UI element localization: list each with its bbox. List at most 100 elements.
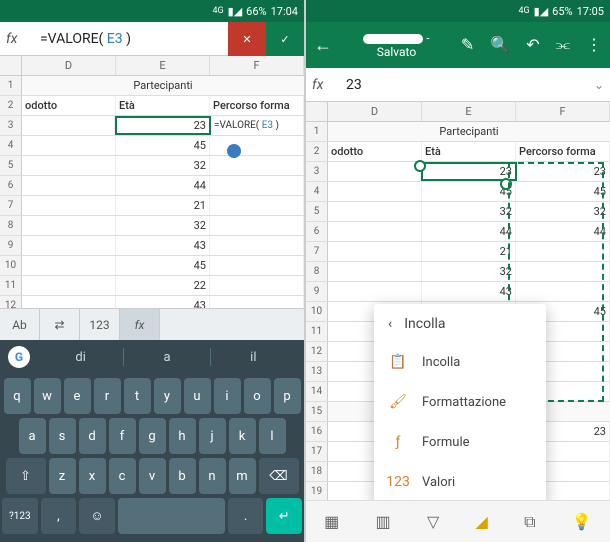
search-icon[interactable]: 🔍 — [490, 35, 510, 55]
selection-handle-tl[interactable] — [414, 160, 426, 172]
col-e[interactable]: E — [422, 102, 516, 121]
tab-num[interactable]: 123 — [80, 309, 120, 340]
key-y[interactable]: y — [154, 378, 181, 414]
battery-pct: 65% — [552, 5, 572, 18]
key-a[interactable]: a — [19, 418, 46, 454]
tab-text[interactable]: Ab — [0, 309, 40, 340]
suggestion-3[interactable]: il — [211, 350, 296, 365]
key-backspace[interactable]: ⌫ — [259, 458, 299, 494]
suggestion-1[interactable]: di — [38, 350, 123, 365]
table-row[interactable]: 1045 — [0, 256, 304, 276]
col-d[interactable]: D — [22, 56, 116, 75]
keyboard[interactable]: qwertyuiop asdfghjkl ⇧zxcvbnm⌫ ?123,☺ .↵ — [0, 374, 304, 542]
table-row[interactable]: 644 — [0, 176, 304, 196]
chevron-down-icon[interactable]: ⌄ — [594, 78, 604, 92]
camera-icon[interactable]: ⧉ — [524, 512, 535, 532]
cancel-button[interactable]: ✕ — [228, 22, 266, 56]
col-d[interactable]: D — [328, 102, 422, 121]
key-w[interactable]: w — [34, 378, 61, 414]
key-x[interactable]: x — [79, 458, 106, 494]
key-l[interactable]: l — [259, 418, 286, 454]
key-shift[interactable]: ⇧ — [6, 458, 46, 494]
table-row[interactable]: 44545 — [306, 182, 610, 202]
paste-item-valori[interactable]: 123Valori — [374, 462, 546, 500]
table-row[interactable]: 832 — [306, 262, 610, 282]
key-emoji[interactable]: ☺ — [79, 498, 115, 534]
suggestion-2[interactable]: a — [124, 350, 209, 365]
formula-value[interactable]: 23 — [342, 75, 588, 95]
table-row[interactable]: 1243 — [0, 296, 304, 308]
key-v[interactable]: v — [139, 458, 166, 494]
paste-item-formattazione[interactable]: 🖌Formattazione — [374, 382, 546, 422]
paste-item-incolla[interactable]: 📋Incolla — [374, 342, 546, 382]
key-m[interactable]: m — [229, 458, 256, 494]
key-o[interactable]: o — [244, 378, 271, 414]
formula-bar[interactable]: fx 23 ⌄ — [306, 68, 610, 102]
key-g[interactable]: g — [139, 418, 166, 454]
selection-handle-br[interactable] — [500, 178, 512, 190]
table-row[interactable]: 64444 — [306, 222, 610, 242]
table-row[interactable]: 32323 — [306, 162, 610, 182]
google-icon[interactable]: G — [8, 346, 30, 368]
signal-icon: ▮◢ — [534, 5, 549, 18]
signal-icon: ▮◢ — [228, 5, 243, 18]
key-q[interactable]: q — [4, 378, 31, 414]
spreadsheet-grid[interactable]: 1Partecipanti 2 odotto Età Percorso form… — [0, 76, 304, 308]
status-bar: 4G ▮◢ 65% 17:05 — [306, 0, 610, 22]
key-n[interactable]: n — [199, 458, 226, 494]
bulb-icon[interactable]: 💡 — [572, 512, 592, 531]
key-h[interactable]: h — [169, 418, 196, 454]
more-icon[interactable]: ⋮ — [586, 35, 602, 55]
col-f[interactable]: F — [516, 102, 610, 121]
undo-icon[interactable]: ↶ — [526, 35, 539, 55]
key-t[interactable]: t — [124, 378, 151, 414]
spreadsheet-grid[interactable]: 1Partecipanti 2 odotto Età Percorso form… — [306, 122, 610, 500]
card-icon[interactable]: ▥ — [376, 512, 391, 531]
tab-fx[interactable]: fx — [120, 309, 160, 340]
key-symbols[interactable]: ?123 — [2, 498, 38, 534]
key-u[interactable]: u — [184, 378, 211, 414]
col-f[interactable]: F — [210, 56, 304, 75]
key-space[interactable] — [118, 498, 225, 534]
tab-arrows[interactable]: ⇄ — [40, 309, 80, 340]
back-icon[interactable]: ← — [314, 35, 332, 56]
sheet-icon[interactable]: ▦ — [324, 512, 339, 531]
key-j[interactable]: j — [199, 418, 226, 454]
key-enter[interactable]: ↵ — [266, 498, 302, 534]
selection-handle[interactable] — [227, 144, 241, 158]
pen-icon[interactable]: ✎ — [461, 35, 474, 55]
suggestion-bar: G di a il — [0, 340, 304, 374]
key-z[interactable]: z — [49, 458, 76, 494]
highlight-icon[interactable]: ◢ — [476, 512, 488, 531]
table-row[interactable]: 721 — [306, 242, 610, 262]
table-row[interactable]: 943 — [306, 282, 610, 302]
key-e[interactable]: e — [64, 378, 91, 414]
key-b[interactable]: b — [169, 458, 196, 494]
key-p[interactable]: p — [274, 378, 301, 414]
key-comma[interactable]: , — [41, 498, 77, 534]
key-i[interactable]: i — [214, 378, 241, 414]
key-c[interactable]: c — [109, 458, 136, 494]
table-row[interactable]: 323=VALORE( E3 ) — [0, 116, 304, 136]
table-row[interactable]: 1122 — [0, 276, 304, 296]
filter-icon[interactable]: ▽ — [427, 512, 439, 531]
table-row[interactable]: 832 — [0, 216, 304, 236]
key-r[interactable]: r — [94, 378, 121, 414]
key-k[interactable]: k — [229, 418, 256, 454]
key-s[interactable]: s — [49, 418, 76, 454]
table-row[interactable]: 445 — [0, 136, 304, 156]
table-row[interactable]: 532 — [0, 156, 304, 176]
back-icon[interactable]: ‹ — [388, 316, 392, 332]
key-d[interactable]: d — [79, 418, 106, 454]
share-icon[interactable]: ⫘ — [556, 35, 570, 55]
paste-item-formule[interactable]: ƒFormule — [374, 422, 546, 462]
col-e[interactable]: E — [116, 56, 210, 75]
battery-pct: 66% — [246, 5, 266, 18]
confirm-button[interactable]: ✓ — [266, 22, 304, 56]
table-row[interactable]: 721 — [0, 196, 304, 216]
key-dot[interactable]: . — [228, 498, 264, 534]
key-f[interactable]: f — [109, 418, 136, 454]
table-row[interactable]: 53232 — [306, 202, 610, 222]
paste-menu: ‹ Incolla 📋Incolla 🖌Formattazione ƒFormu… — [374, 304, 546, 500]
table-row[interactable]: 943 — [0, 236, 304, 256]
